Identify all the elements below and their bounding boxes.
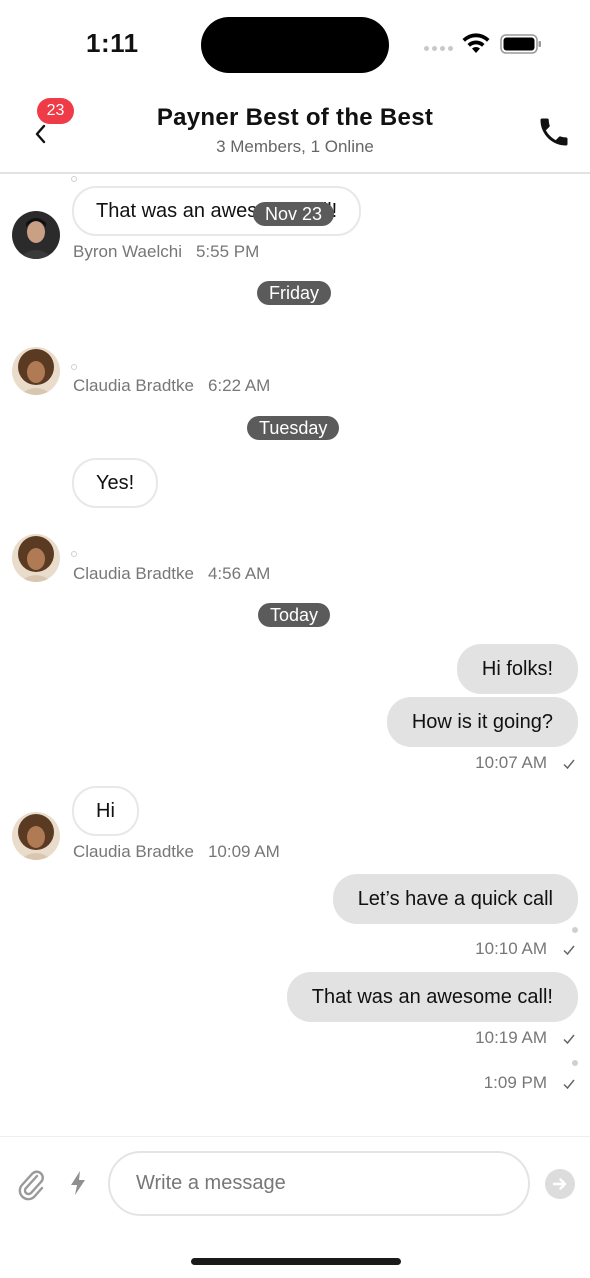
message-input[interactable] [108,1151,530,1216]
send-arrow-icon [552,1178,567,1190]
status-dot [71,551,77,557]
message-bubble[interactable]: Yes! [72,458,159,508]
avatar-image [12,347,60,395]
cellular-signal-icon [424,46,453,51]
message-time: 10:10 AM [475,939,547,958]
message-time: 4:56 AM [207,564,271,583]
date-separator: Friday [257,281,332,305]
avatar-image [12,534,60,582]
check-icon [563,1079,575,1090]
message-time: 1:09 PM [483,1073,547,1092]
message-bubble-outgoing[interactable]: Hi folks! [456,644,578,694]
status-dot [572,927,578,933]
status-dot [71,176,77,182]
home-indicator[interactable] [191,1258,401,1265]
sender-name: Claudia Bradtke [73,376,194,395]
avatar-claudia[interactable] [12,534,60,582]
avatar-claudia[interactable] [12,347,60,395]
send-button[interactable] [545,1169,575,1199]
date-separator: Tuesday [247,416,340,440]
battery-icon [500,34,541,54]
message-bubble-outgoing[interactable]: That was an awesome call! [286,972,578,1022]
message-time: 10:19 AM [475,1028,547,1047]
check-icon [563,1034,575,1045]
avatar-image [12,211,60,259]
message-time: 10:07 AM [475,753,547,772]
message-meta: Claudia Bradtke 10:09 AM [73,842,280,862]
message-bubble[interactable]: Hi [72,786,139,836]
message-meta: Claudia Bradtke 4:56 AM [73,564,270,584]
message-list[interactable]: That was an awesome call! Nov 23 Byron W… [0,176,590,1136]
date-separator: Nov 23 [253,202,335,226]
chat-header: Payner Best of the Best 3 Members, 1 Onl… [0,90,590,174]
status-dot [71,364,77,370]
avatar-image [12,812,60,860]
status-time: 1:11 [86,28,139,58]
message-time: 5:55 PM [195,242,260,261]
check-icon [563,945,575,956]
dynamic-island [201,17,389,73]
paperclip-icon[interactable] [16,1167,46,1201]
chat-title: Payner Best of the Best [156,104,434,131]
message-time: 6:22 AM [207,376,271,395]
sender-name: Claudia Bradtke [73,564,194,583]
sender-name: Byron Waelchi [73,242,182,261]
avatar-claudia[interactable] [12,812,60,860]
unread-count-badge[interactable]: 23 [37,98,74,124]
avatar-byron[interactable] [12,211,60,259]
message-meta: Byron Waelchi 5:55 PM [73,242,259,262]
wifi-icon [462,33,490,53]
bolt-icon[interactable] [68,1169,88,1197]
message-bubble-outgoing[interactable]: How is it going? [386,697,578,747]
message-time: 10:09 AM [207,842,280,861]
status-bar: 1:11 [0,0,590,90]
chat-subtitle: 3 Members, 1 Online [216,137,374,156]
message-bubble-outgoing[interactable]: Let’s have a quick call [332,874,578,924]
message-composer [0,1136,590,1236]
sender-name: Claudia Bradtke [73,842,194,861]
phone-icon[interactable] [536,114,572,150]
check-icon [563,759,575,770]
status-dot [572,1060,578,1066]
date-separator: Today [258,603,331,627]
message-meta: Claudia Bradtke 6:22 AM [73,376,270,396]
